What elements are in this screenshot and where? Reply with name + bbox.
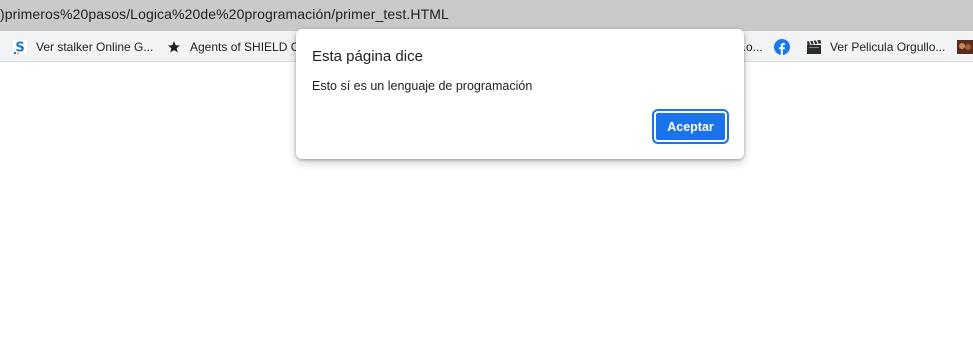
bookmark-facebook[interactable] [774, 37, 798, 57]
dialog-title: Esta página dice [312, 48, 423, 65]
facebook-icon [774, 39, 790, 55]
url-text[interactable]: )primeros%20pasos/Logica%20de%20programa… [0, 6, 449, 22]
accept-button[interactable]: Aceptar [652, 109, 729, 144]
thumbnail-icon [957, 39, 973, 55]
alert-dialog: Esta página dice Esto sí es un lenguaje … [296, 29, 744, 159]
bookmark-stalker[interactable]: S Ver stalker Online G... [12, 37, 153, 57]
bookmark-label: Ver stalker Online G... [36, 40, 154, 54]
address-bar[interactable]: )primeros%20pasos/Logica%20de%20programa… [0, 0, 973, 31]
svg-text:S: S [15, 41, 24, 56]
bookmark-agents-of-shield[interactable]: Agents of SHIELD C... [166, 37, 309, 57]
bookmark-label: Agents of SHIELD C... [190, 40, 310, 54]
bookmark-label: Ver Pelicula Orgullo... [830, 40, 946, 54]
bookmark-thumbnail[interactable] [957, 37, 973, 57]
dialog-message: Esto sí es un lenguaje de programación [312, 79, 533, 93]
bookmark-pelicula[interactable]: Ver Pelicula Orgullo... [806, 37, 945, 57]
star-icon [166, 39, 182, 55]
bookmark-partial[interactable]: ...o... [736, 37, 763, 57]
clapperboard-icon [806, 39, 822, 55]
s-site-icon: S [12, 39, 28, 55]
